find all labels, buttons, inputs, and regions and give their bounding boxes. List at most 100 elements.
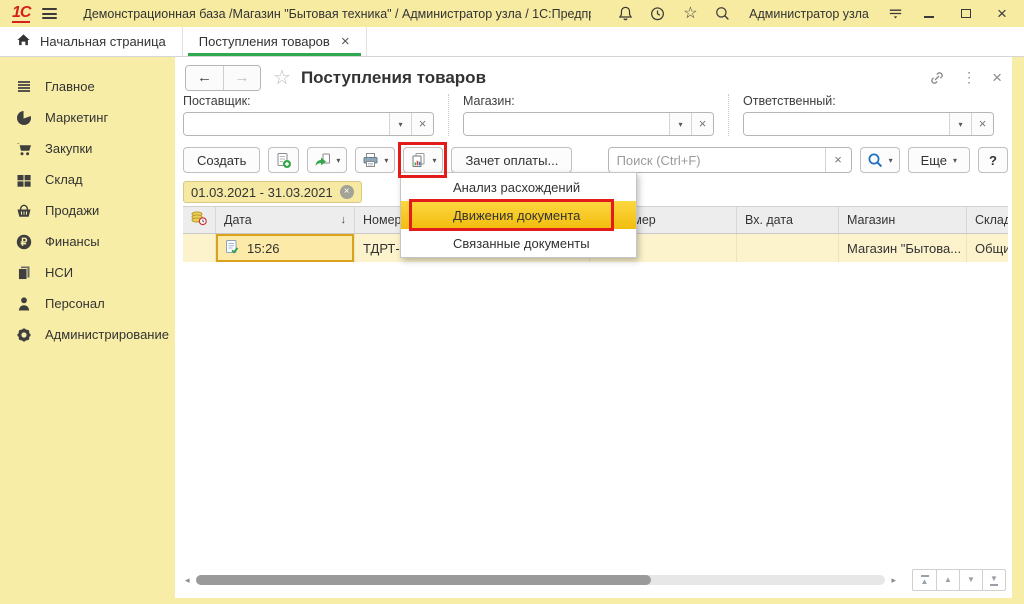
- warehouse-grid-icon: [15, 171, 33, 189]
- help-button[interactable]: ?: [978, 147, 1008, 173]
- history-icon[interactable]: [648, 4, 668, 24]
- favorite-star-icon[interactable]: ☆: [273, 65, 291, 90]
- sidebar-item-nsi[interactable]: НСИ: [0, 257, 175, 288]
- main-menu-hamburger-icon[interactable]: [42, 8, 57, 19]
- go-to-top-button[interactable]: ▲: [913, 570, 936, 590]
- sidebar-item-personnel[interactable]: Персонал: [0, 288, 175, 319]
- chevron-down-icon: ▾: [336, 156, 340, 165]
- document-posted-icon: [224, 239, 240, 258]
- row-in-date-cell: [737, 234, 839, 262]
- filter-supplier-input[interactable]: [184, 113, 389, 135]
- create-based-on-button[interactable]: ▾: [307, 147, 347, 173]
- posted-status-column-header[interactable]: [183, 207, 216, 233]
- sort-desc-icon: ↓: [335, 214, 347, 226]
- list-navigation-buttons: ▲ ▲ ▼ ▼: [912, 569, 1006, 591]
- get-link-icon[interactable]: [928, 69, 946, 87]
- tab-goods-receipts-label: Поступления товаров: [199, 34, 330, 49]
- menu-item-document-movements[interactable]: Движения документа: [401, 201, 636, 229]
- filter-supplier: Поставщик: ▾ ×: [183, 94, 449, 136]
- ruble-circle-icon: ₽: [15, 233, 33, 251]
- window-maximize-button[interactable]: [954, 4, 978, 24]
- sidebar-item-finance[interactable]: ₽ Финансы: [0, 226, 175, 257]
- basket-icon: [15, 202, 33, 220]
- period-filter-label: 01.03.2021 - 31.03.2021: [191, 185, 333, 200]
- tab-goods-receipts[interactable]: Поступления товаров ×: [183, 27, 367, 56]
- chevron-down-icon: ▾: [953, 156, 957, 165]
- sidebar-item-marketing[interactable]: Маркетинг: [0, 102, 175, 133]
- person-icon: [15, 295, 33, 313]
- advanced-search-button[interactable]: ▾: [860, 147, 900, 173]
- catalog-icon: [15, 264, 33, 282]
- sidebar-item-administration[interactable]: Администрирование: [0, 319, 175, 350]
- svg-text:₽: ₽: [21, 236, 28, 248]
- nav-forward-button[interactable]: →: [223, 66, 260, 90]
- filter-store-input[interactable]: [464, 113, 669, 135]
- home-icon: [16, 33, 31, 50]
- column-header-store[interactable]: Магазин: [839, 207, 967, 233]
- create-button[interactable]: Создать: [183, 147, 260, 173]
- filter-responsible-input[interactable]: [744, 113, 949, 135]
- notifications-bell-icon[interactable]: [615, 4, 635, 24]
- sidebar-item-main[interactable]: Главное: [0, 71, 175, 102]
- nav-back-button[interactable]: ←: [186, 66, 223, 90]
- sidebar-item-sales[interactable]: Продажи: [0, 195, 175, 226]
- search-field: ×: [608, 147, 852, 173]
- go-to-bottom-button[interactable]: ▼: [982, 570, 1005, 590]
- table-bottom-bar: ◂ ▸ ▲ ▲ ▼ ▼: [185, 569, 1006, 591]
- favorites-star-icon[interactable]: ☆: [680, 4, 700, 24]
- current-user-label[interactable]: Администратор узла: [749, 7, 869, 21]
- horizontal-scrollbar[interactable]: [196, 575, 886, 585]
- form-header: ← → ☆ Поступления товаров ⋮ ×: [183, 57, 1008, 93]
- scroll-right-icon[interactable]: ▸: [891, 575, 896, 586]
- column-header-warehouse[interactable]: Склад: [967, 207, 1008, 233]
- search-input[interactable]: [609, 148, 825, 172]
- page-up-button[interactable]: ▲: [936, 570, 959, 590]
- global-search-icon[interactable]: [713, 4, 733, 24]
- sidebar-item-purchases[interactable]: Закупки: [0, 133, 175, 164]
- service-menu-icon[interactable]: [885, 4, 905, 24]
- form-close-icon[interactable]: ×: [992, 68, 1002, 88]
- sections-sidebar: Главное Маркетинг Закупки Склад: [0, 57, 175, 604]
- form-title: Поступления товаров: [301, 68, 928, 88]
- tab-bar: Начальная страница Поступления товаров ×: [0, 27, 1024, 57]
- filter-supplier-clear-icon[interactable]: ×: [411, 113, 433, 135]
- app-title-bar: 1С Демонстрационная база /Магазин "Бытов…: [0, 0, 1024, 27]
- chevron-down-icon: ▾: [384, 156, 388, 165]
- column-header-in-date[interactable]: Вх. дата: [737, 207, 839, 233]
- window-minimize-button[interactable]: [917, 4, 941, 24]
- scroll-left-icon[interactable]: ◂: [185, 575, 190, 586]
- window-close-button[interactable]: ×: [990, 4, 1014, 24]
- filter-store-dropdown-icon[interactable]: ▾: [669, 113, 691, 135]
- 1c-logo-icon: 1С: [12, 4, 30, 23]
- tab-close-icon[interactable]: ×: [341, 35, 350, 48]
- goods-receipts-form: ← → ☆ Поступления товаров ⋮ × Поставщик:: [175, 57, 1012, 598]
- row-date-cell[interactable]: 15:26: [216, 234, 355, 262]
- reports-button[interactable]: ▾: [403, 147, 443, 173]
- more-actions-button[interactable]: Еще ▾: [908, 147, 970, 173]
- more-menu-icon[interactable]: ⋮: [962, 69, 976, 86]
- scrollbar-thumb[interactable]: [196, 575, 651, 585]
- search-clear-icon[interactable]: ×: [825, 148, 851, 172]
- row-warehouse-cell: Общи: [967, 234, 1008, 262]
- column-header-date[interactable]: Дата ↓: [216, 207, 355, 233]
- tab-home[interactable]: Начальная страница: [0, 27, 183, 56]
- page-down-button[interactable]: ▼: [959, 570, 982, 590]
- filter-supplier-label: Поставщик:: [183, 94, 434, 108]
- filter-responsible-dropdown-icon[interactable]: ▾: [949, 113, 971, 135]
- filter-store-clear-icon[interactable]: ×: [691, 113, 713, 135]
- filters-row: Поставщик: ▾ × Магазин: ▾ ×: [183, 93, 1008, 144]
- filter-store: Магазин: ▾ ×: [449, 94, 729, 136]
- period-filter-chip[interactable]: 01.03.2021 - 31.03.2021 ×: [183, 181, 362, 203]
- sidebar-item-warehouse[interactable]: Склад: [0, 164, 175, 195]
- payment-offset-button[interactable]: Зачет оплаты...: [451, 147, 572, 173]
- filter-responsible-clear-icon[interactable]: ×: [971, 113, 993, 135]
- gear-icon: [15, 326, 33, 344]
- menu-item-related-documents[interactable]: Связанные документы: [401, 229, 636, 257]
- print-button[interactable]: ▾: [355, 147, 395, 173]
- filter-supplier-dropdown-icon[interactable]: ▾: [389, 113, 411, 135]
- menu-item-discrepancy-analysis[interactable]: Анализ расхождений: [401, 173, 636, 201]
- menu-lines-icon: [15, 78, 33, 96]
- pie-chart-icon: [15, 109, 33, 127]
- create-by-copy-button[interactable]: [268, 147, 299, 173]
- period-filter-remove-icon[interactable]: ×: [340, 185, 354, 199]
